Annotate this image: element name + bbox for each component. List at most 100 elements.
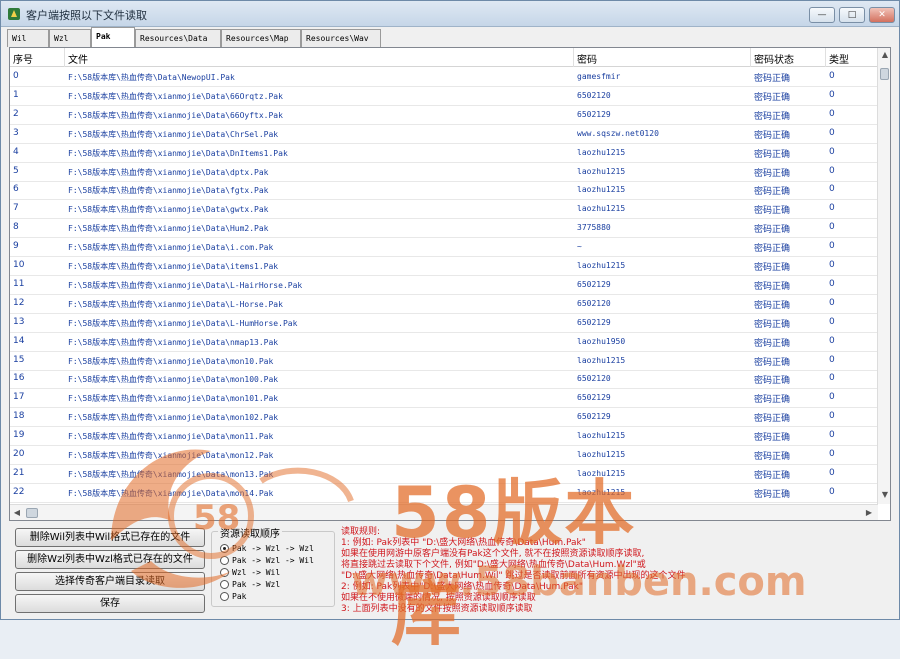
table-row[interactable]: 6F:\58版本库\热血传奇\xianmojie\Data\fgtx.Pakla… bbox=[10, 181, 880, 200]
table-row[interactable]: 14F:\58版本库\热血传奇\xianmojie\Data\nmap13.Pa… bbox=[10, 333, 880, 352]
table-row[interactable]: 11F:\58版本库\热血传奇\xianmojie\Data\L-HairHor… bbox=[10, 276, 880, 295]
delete-wzl-duplicates-button[interactable]: 删除Wzl列表中Wzl格式已存在的文件 bbox=[15, 550, 205, 569]
column-header-file[interactable]: 文件 bbox=[65, 48, 574, 67]
table-row[interactable]: 5F:\58版本库\热血传奇\xianmojie\Data\dptx.Pakla… bbox=[10, 163, 880, 182]
horizontal-scrollbar[interactable]: ◀ ▶ bbox=[10, 504, 878, 521]
tab-pak[interactable]: Pak bbox=[91, 27, 135, 47]
row-password: laozhu1215 bbox=[574, 427, 750, 446]
table-row[interactable]: 19F:\58版本库\热血传奇\xianmojie\Data\mon11.Pak… bbox=[10, 427, 880, 446]
table-row[interactable]: 22F:\58版本库\热血传奇\xianmojie\Data\mon14.Pak… bbox=[10, 484, 880, 503]
table-row[interactable]: 13F:\58版本库\热血传奇\xianmojie\Data\L-HumHors… bbox=[10, 314, 880, 333]
row-password: 6502120 bbox=[574, 87, 750, 106]
row-index: 16 bbox=[10, 370, 64, 389]
row-file-path: F:\58版本库\热血传奇\xianmojie\Data\Hum2.Pak bbox=[65, 219, 573, 238]
row-index: 6 bbox=[10, 181, 64, 200]
row-type: 0 bbox=[826, 370, 880, 389]
row-password: laozhu1215 bbox=[574, 163, 750, 182]
row-password-status: 密码正确 bbox=[751, 257, 825, 276]
row-file-path: F:\58版本库\热血传奇\xianmojie\Data\mon102.Pak bbox=[65, 408, 573, 427]
table-row[interactable]: 20F:\58版本库\热血传奇\xianmojie\Data\mon12.Pak… bbox=[10, 446, 880, 465]
scroll-right-icon[interactable]: ▶ bbox=[862, 506, 876, 520]
read-order-option[interactable]: Pak bbox=[220, 592, 246, 604]
table-row[interactable]: 3F:\58版本库\热血传奇\xianmojie\Data\ChrSel.Pak… bbox=[10, 125, 880, 144]
read-order-option[interactable]: Pak -> Wzl -> Wzl bbox=[220, 544, 314, 556]
tab-resources-wav[interactable]: Resources\Wav bbox=[301, 29, 381, 47]
scroll-left-icon[interactable]: ◀ bbox=[10, 506, 24, 520]
row-file-path: F:\58版本库\热血传奇\xianmojie\Data\mon12.Pak bbox=[65, 446, 573, 465]
note-line: 3: 上面列表中没有的文件按照资源读取顺序读取 bbox=[341, 604, 841, 615]
table-row[interactable]: 9F:\58版本库\热血传奇\xianmojie\Data\i.com.Pak~… bbox=[10, 238, 880, 257]
minimize-button[interactable]: — bbox=[809, 7, 835, 23]
table-row[interactable]: 21F:\58版本库\热血传奇\xianmojie\Data\mon13.Pak… bbox=[10, 465, 880, 484]
row-password-status: 密码正确 bbox=[751, 125, 825, 144]
row-index: 20 bbox=[10, 446, 64, 465]
maximize-button[interactable]: □ bbox=[839, 7, 865, 23]
row-type: 0 bbox=[826, 125, 880, 144]
row-file-path: F:\58版本库\热血传奇\xianmojie\Data\mon100.Pak bbox=[65, 370, 573, 389]
row-type: 0 bbox=[826, 68, 880, 87]
delete-wil-duplicates-button[interactable]: 删除Wil列表中Wil格式已存在的文件 bbox=[15, 528, 205, 547]
radio-icon bbox=[220, 592, 229, 601]
row-file-path: F:\58版本库\热血传奇\xianmojie\Data\DnItems1.Pa… bbox=[65, 144, 573, 163]
table-row[interactable]: 10F:\58版本库\热血传奇\xianmojie\Data\items1.Pa… bbox=[10, 257, 880, 276]
select-client-directory-button[interactable]: 选择传奇客户端目录读取 bbox=[15, 572, 205, 591]
row-type: 0 bbox=[826, 484, 880, 503]
row-password: 6502129 bbox=[574, 106, 750, 125]
vertical-scroll-thumb[interactable] bbox=[880, 68, 889, 80]
table-row[interactable]: 8F:\58版本库\热血传奇\xianmojie\Data\Hum2.Pak37… bbox=[10, 219, 880, 238]
row-file-path: F:\58版本库\热血传奇\xianmojie\Data\gwtx.Pak bbox=[65, 200, 573, 219]
vertical-scrollbar[interactable]: ▲ ▼ bbox=[877, 48, 891, 504]
row-password: gamesfmir bbox=[574, 68, 750, 87]
table-row[interactable]: 7F:\58版本库\热血传奇\xianmojie\Data\gwtx.Pakla… bbox=[10, 200, 880, 219]
column-header-index[interactable]: 序号 bbox=[10, 48, 65, 67]
table-row[interactable]: 12F:\58版本库\热血传奇\xianmojie\Data\L-Horse.P… bbox=[10, 295, 880, 314]
save-button[interactable]: 保存 bbox=[15, 594, 205, 613]
row-index: 9 bbox=[10, 238, 64, 257]
note-line: 读取规则: bbox=[341, 527, 841, 538]
tab-wzl[interactable]: Wzl bbox=[49, 29, 91, 47]
table-row[interactable]: 15F:\58版本库\热血传奇\xianmojie\Data\mon10.Pak… bbox=[10, 352, 880, 371]
table-row[interactable]: 16F:\58版本库\热血传奇\xianmojie\Data\mon100.Pa… bbox=[10, 370, 880, 389]
scroll-up-icon[interactable]: ▲ bbox=[878, 48, 891, 62]
column-header-status[interactable]: 密码状态 bbox=[751, 48, 826, 67]
row-password-status: 密码正确 bbox=[751, 333, 825, 352]
row-type: 0 bbox=[826, 333, 880, 352]
table-row[interactable]: 1F:\58版本库\热血传奇\xianmojie\Data\66Orqtz.Pa… bbox=[10, 87, 880, 106]
read-order-option[interactable]: Pak -> Wzl bbox=[220, 580, 280, 592]
row-password-status: 密码正确 bbox=[751, 219, 825, 238]
table-row[interactable]: 17F:\58版本库\热血传奇\xianmojie\Data\mon101.Pa… bbox=[10, 389, 880, 408]
main-window: 客户端按照以下文件读取 — □ ✕ Wil Wzl Pak Resources\… bbox=[0, 0, 900, 620]
table-row[interactable]: 0F:\58版本库\热血传奇\Data\NewopUI.Pakgamesfmir… bbox=[10, 68, 880, 87]
row-password-status: 密码正确 bbox=[751, 352, 825, 371]
row-type: 0 bbox=[826, 314, 880, 333]
close-button[interactable]: ✕ bbox=[869, 7, 895, 23]
row-password: 3775880 bbox=[574, 219, 750, 238]
radio-icon bbox=[220, 556, 229, 565]
table-row[interactable]: 2F:\58版本库\热血传奇\xianmojie\Data\66Oyftx.Pa… bbox=[10, 106, 880, 125]
row-type: 0 bbox=[826, 144, 880, 163]
column-header-type[interactable]: 类型 bbox=[826, 48, 878, 67]
row-file-path: F:\58版本库\热血传奇\xianmojie\Data\i.com.Pak bbox=[65, 238, 573, 257]
row-file-path: F:\58版本库\热血传奇\xianmojie\Data\nmap13.Pak bbox=[65, 333, 573, 352]
pak-file-list[interactable]: 序号 文件 密码 密码状态 类型 0F:\58版本库\热血传奇\Data\New… bbox=[9, 47, 891, 521]
read-order-option[interactable]: Wzl -> Wil bbox=[220, 568, 280, 580]
scroll-down-icon[interactable]: ▼ bbox=[878, 488, 891, 502]
horizontal-scroll-thumb[interactable] bbox=[26, 508, 38, 518]
tab-resources-data[interactable]: Resources\Data bbox=[135, 29, 221, 47]
title-bar: 客户端按照以下文件读取 — □ ✕ bbox=[1, 1, 899, 27]
row-password-status: 密码正确 bbox=[751, 370, 825, 389]
row-type: 0 bbox=[826, 352, 880, 371]
note-line: 2: 例如: Pak列表中"D:\盛大网络\热血传奇\Data\Hum.Pak" bbox=[341, 582, 841, 593]
column-header-password[interactable]: 密码 bbox=[574, 48, 751, 67]
row-password-status: 密码正确 bbox=[751, 200, 825, 219]
table-row[interactable]: 4F:\58版本库\热血传奇\xianmojie\Data\DnItems1.P… bbox=[10, 144, 880, 163]
row-file-path: F:\58版本库\热血传奇\xianmojie\Data\L-Horse.Pak bbox=[65, 295, 573, 314]
row-password-status: 密码正确 bbox=[751, 446, 825, 465]
note-line: 将直接跳过去读取下个文件, 例如"D:\盛大网络\热血传奇\Data\Hum.W… bbox=[341, 560, 841, 571]
row-index: 7 bbox=[10, 200, 64, 219]
tab-resources-map[interactable]: Resources\Map bbox=[221, 29, 301, 47]
table-row[interactable]: 18F:\58版本库\热血传奇\xianmojie\Data\mon102.Pa… bbox=[10, 408, 880, 427]
read-order-option[interactable]: Pak -> Wzl -> Wil bbox=[220, 556, 314, 568]
tab-wil[interactable]: Wil bbox=[7, 29, 49, 47]
row-password-status: 密码正确 bbox=[751, 106, 825, 125]
